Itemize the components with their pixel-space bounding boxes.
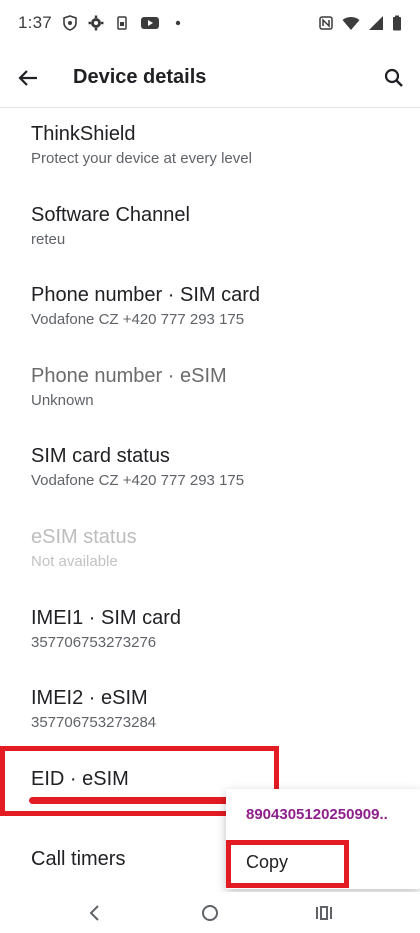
list-item-esim-status: eSIM status Not available: [0, 513, 420, 594]
item-title: ThinkShield: [31, 123, 136, 145]
sim-icon: [114, 15, 130, 31]
item-subtitle: Protect your device at every level: [31, 150, 252, 167]
item-title: IMEI2 · eSIM: [31, 687, 148, 710]
copy-annotation-box: [226, 840, 349, 888]
signal-icon: [368, 15, 384, 31]
search-button[interactable]: [378, 62, 410, 94]
item-subtitle: Vodafone CZ +420 777 293 175: [31, 472, 245, 490]
nfc-icon: [318, 15, 334, 31]
status-bar: 1:37: [0, 0, 420, 46]
item-title: IMEI1 · SIM card: [31, 606, 182, 629]
list-item-thinkshield[interactable]: ThinkShield Protect your device at every…: [0, 110, 420, 191]
recents-icon: [316, 906, 332, 920]
page-title: Device details: [73, 66, 207, 88]
nav-recents-button[interactable]: [311, 900, 337, 926]
item-subtitle: 357706753273284: [31, 714, 157, 732]
battery-icon: [392, 15, 402, 31]
item-title: Phone number · eSIM: [31, 364, 227, 387]
list-item-phone-number-sim[interactable]: Phone number · SIM card Vodafone CZ +420…: [0, 271, 420, 352]
item-title: Software Channel: [31, 203, 190, 226]
youtube-icon: [140, 15, 160, 31]
item-title: eSIM status: [31, 525, 137, 548]
chevron-left-icon: [89, 905, 99, 921]
navigation-bar: [0, 892, 420, 933]
item-subtitle: Not available: [31, 552, 118, 570]
wifi-icon: [342, 15, 360, 31]
shield-icon: [62, 15, 78, 31]
item-title: SIM card status: [31, 445, 170, 468]
nav-back-button[interactable]: [82, 900, 108, 926]
eid-value-preview: 8904305120250909..: [246, 806, 388, 823]
status-bar-left: 1:37: [18, 13, 186, 33]
list-item-sim-card-status[interactable]: SIM card status Vodafone CZ +420 777 293…: [0, 432, 420, 513]
item-title: Phone number · SIM card: [31, 284, 260, 307]
app-bar: Device details: [0, 50, 420, 108]
status-time: 1:37: [18, 13, 52, 32]
list-item-phone-number-esim[interactable]: Phone number · eSIM Unknown: [0, 352, 420, 433]
back-button[interactable]: [12, 62, 44, 94]
search-icon: [384, 68, 403, 87]
status-bar-right: [318, 15, 402, 31]
home-circle-icon: [202, 905, 218, 921]
item-subtitle: Vodafone CZ +420 777 293 175: [31, 311, 245, 329]
item-subtitle: reteu: [31, 230, 66, 248]
eid-redaction-scribble: [29, 797, 235, 804]
notification-dot-icon: [170, 15, 186, 31]
list-item-software-channel[interactable]: Software Channel reteu: [0, 191, 420, 272]
item-subtitle: Unknown: [31, 391, 94, 409]
item-subtitle: 357706753273276: [31, 633, 157, 651]
nav-home-button[interactable]: [197, 900, 223, 926]
list-item-imei1[interactable]: IMEI1 · SIM card 357706753273276: [0, 594, 420, 675]
list-item-imei2[interactable]: IMEI2 · eSIM 357706753273284: [0, 674, 420, 755]
arrow-left-icon: [18, 70, 37, 86]
gear-icon: [88, 15, 104, 31]
